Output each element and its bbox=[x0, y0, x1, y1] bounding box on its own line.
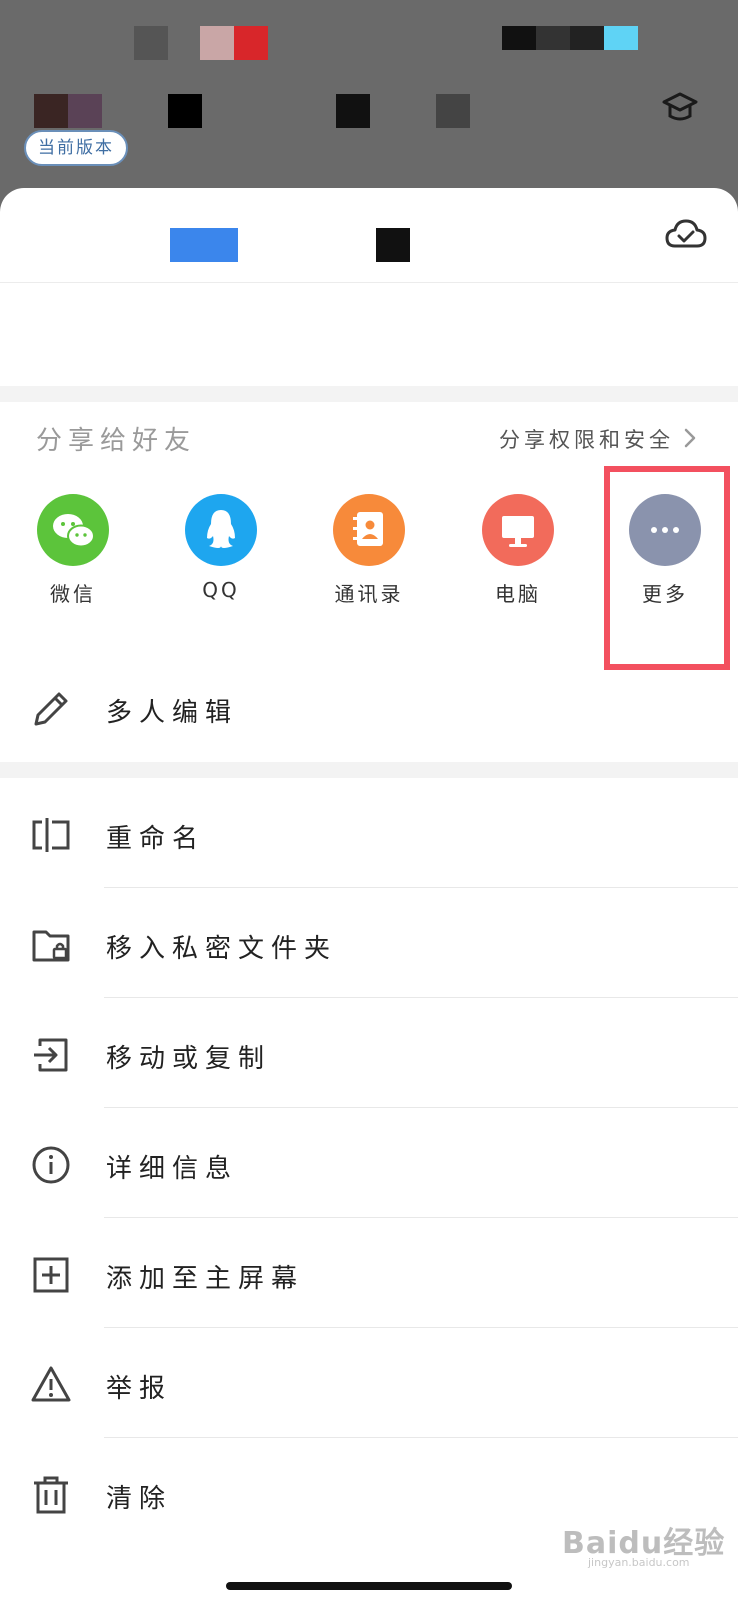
censored-title-block bbox=[376, 228, 410, 262]
menu-item-rename[interactable]: 重命名 bbox=[0, 778, 738, 888]
censored-block bbox=[502, 26, 536, 50]
menu-item-label: 移动或复制 bbox=[106, 1044, 272, 1074]
menu-item-label: 移入私密文件夹 bbox=[106, 934, 338, 964]
home-indicator[interactable] bbox=[226, 1582, 512, 1590]
menu-item-label: 多人编辑 bbox=[106, 698, 239, 728]
computer-icon bbox=[482, 494, 554, 566]
share-contacts[interactable]: 通讯录 bbox=[309, 494, 429, 624]
censored-block bbox=[336, 94, 370, 128]
trash-icon bbox=[34, 1476, 68, 1514]
censored-block bbox=[200, 26, 234, 60]
menu-item-collaborate[interactable]: 多人编辑 bbox=[0, 652, 738, 762]
menu-item-label: 清除 bbox=[106, 1484, 173, 1514]
menu-item-private-folder[interactable]: 移入私密文件夹 bbox=[0, 888, 738, 998]
share-label: QQ bbox=[202, 578, 240, 602]
censored-block bbox=[68, 94, 102, 128]
pencil-icon bbox=[34, 692, 68, 726]
share-label: 微信 bbox=[50, 582, 96, 606]
censored-block bbox=[536, 26, 570, 50]
menu-item-details[interactable]: 详细信息 bbox=[0, 1108, 738, 1218]
censored-block bbox=[570, 26, 604, 50]
rename-icon bbox=[32, 818, 70, 852]
info-icon bbox=[32, 1146, 70, 1184]
menu-item-label: 举报 bbox=[106, 1374, 173, 1404]
current-version-badge: 当前版本 bbox=[24, 130, 128, 166]
qq-icon bbox=[185, 494, 257, 566]
censored-block bbox=[34, 94, 68, 128]
menu-item-add-home-screen[interactable]: 添加至主屏幕 bbox=[0, 1218, 738, 1328]
censored-block bbox=[168, 94, 202, 128]
menu-item-label: 添加至主屏幕 bbox=[106, 1264, 305, 1294]
share-qq[interactable]: QQ bbox=[161, 494, 281, 624]
background-page bbox=[0, 0, 738, 200]
share-permissions-link[interactable]: 分享权限和安全 bbox=[499, 424, 674, 454]
share-label: 电脑 bbox=[495, 582, 541, 606]
report-warning-icon bbox=[31, 1366, 71, 1402]
highlight-box bbox=[604, 466, 730, 670]
share-wechat[interactable]: 微信 bbox=[13, 494, 133, 624]
add-home-icon bbox=[33, 1257, 69, 1293]
wechat-icon bbox=[37, 494, 109, 566]
share-section-title: 分享给好友 bbox=[36, 426, 197, 456]
censored-block bbox=[134, 26, 168, 60]
sheet-header bbox=[0, 188, 738, 283]
censored-title-block bbox=[170, 228, 238, 262]
cloud-synced-icon[interactable] bbox=[664, 216, 708, 252]
menu-item-move-copy[interactable]: 移动或复制 bbox=[0, 998, 738, 1108]
contacts-icon bbox=[333, 494, 405, 566]
censored-block bbox=[234, 26, 268, 60]
censored-block bbox=[436, 94, 470, 128]
chevron-right-icon[interactable] bbox=[682, 427, 698, 449]
share-label: 通讯录 bbox=[334, 582, 404, 606]
section-divider bbox=[0, 762, 738, 778]
graduation-cap-icon[interactable] bbox=[660, 88, 700, 128]
menu-item-label: 详细信息 bbox=[106, 1154, 239, 1184]
section-divider bbox=[0, 386, 738, 402]
censored-block bbox=[604, 26, 638, 50]
watermark-domain: jingyan.baidu.com bbox=[588, 1556, 690, 1569]
share-computer[interactable]: 电脑 bbox=[458, 494, 578, 624]
private-folder-icon bbox=[32, 930, 70, 962]
menu-item-report[interactable]: 举报 bbox=[0, 1328, 738, 1438]
move-copy-icon bbox=[34, 1038, 68, 1072]
menu-item-label: 重命名 bbox=[106, 824, 206, 854]
